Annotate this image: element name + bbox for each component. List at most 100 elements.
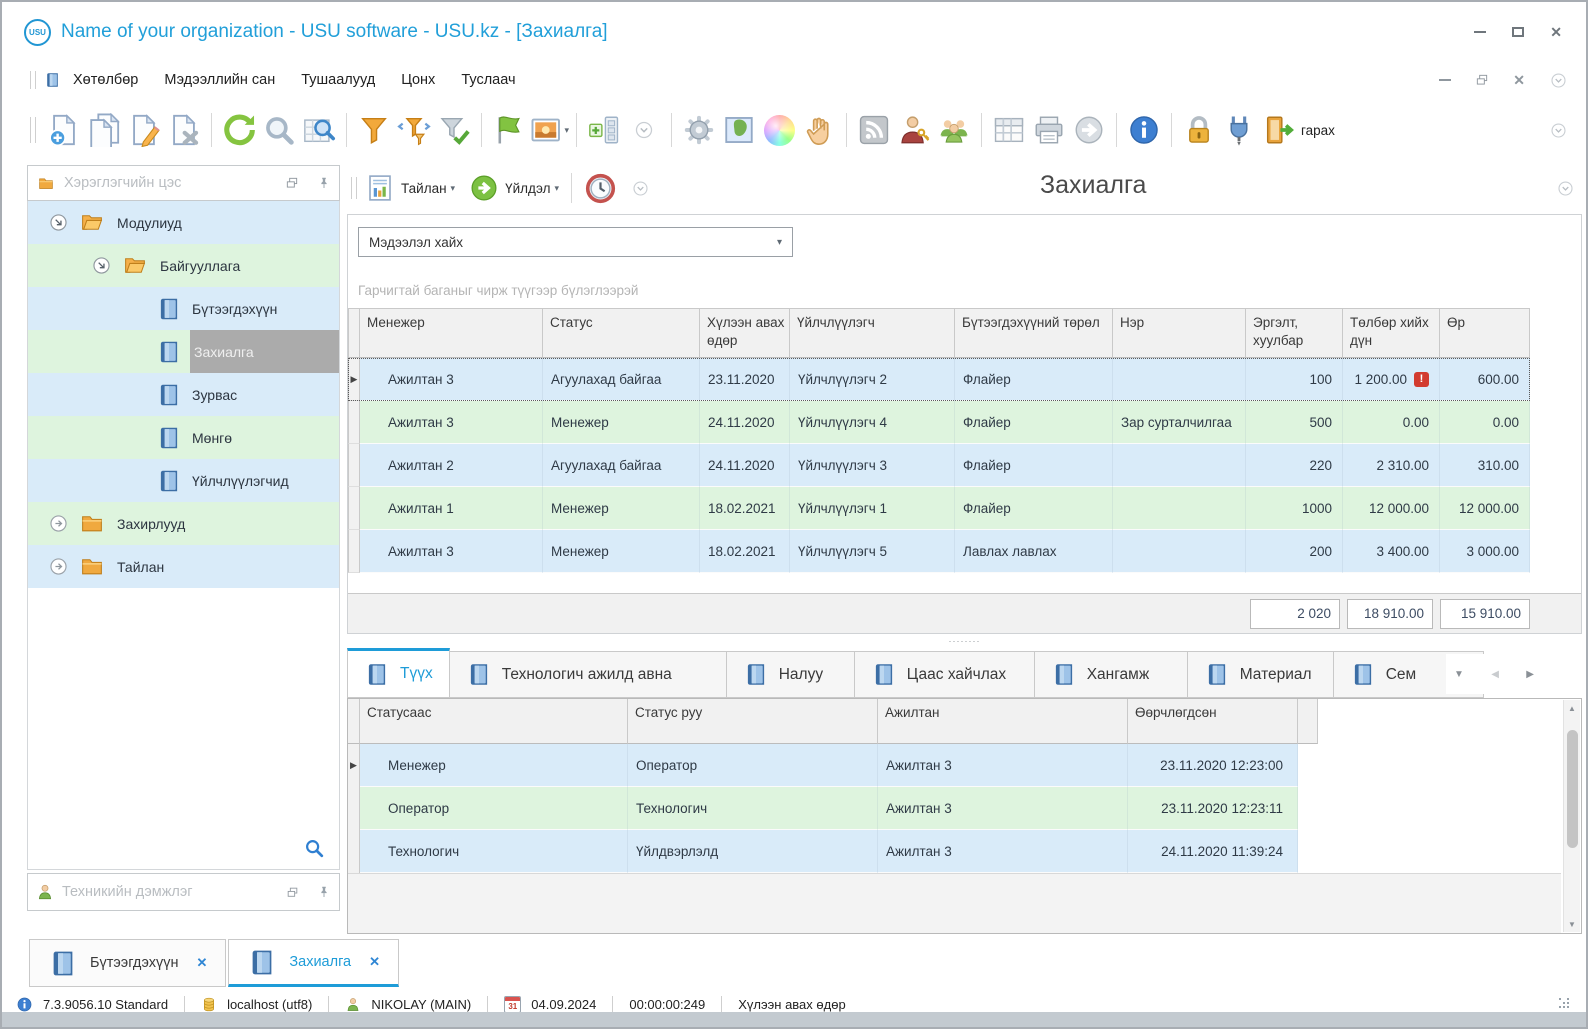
sidebar-pin-icon[interactable] [317,176,331,190]
column-header[interactable]: Өр [1440,308,1530,358]
tree-item-directories[interactable]: Захирлууд [28,502,339,545]
table-row[interactable]: ▶ Ажилтан 3 Агуулахад байгаа 23.11.2020 … [348,358,1530,401]
menu-item-help[interactable]: Туслаач [461,72,515,88]
toolbar-collapse-icon[interactable] [624,110,664,150]
tree-item-messages[interactable]: Зурвас [28,373,339,416]
panel-splitter[interactable]: ········ [347,634,1582,648]
tree-item-money[interactable]: Мөнгө [28,416,339,459]
tab-dropdown-icon[interactable]: ▼ [1454,669,1464,680]
map-button[interactable] [719,110,759,150]
column-header[interactable]: Төлбөр хийх дүн [1343,308,1440,358]
clock-icon[interactable] [584,172,617,205]
support-panel-header[interactable]: Техникийн дэмжлэг [27,873,340,911]
menu-drag-grip[interactable] [30,71,36,89]
toolbar-overflow-icon[interactable] [1549,121,1568,140]
menu-item-program[interactable]: Хөтөлбөр [73,72,138,88]
column-header[interactable]: Өөрчлөгдсөн [1128,699,1298,744]
minimize-button[interactable] [1474,31,1487,33]
menu-collapse-icon[interactable] [1549,71,1568,90]
filter-button[interactable] [354,110,394,150]
sidebar-restore-icon[interactable] [285,176,299,190]
rss-feed-button[interactable] [854,110,894,150]
search-in-table-button[interactable] [299,110,339,150]
column-header[interactable]: Статусаас [360,699,628,744]
new-record-button[interactable] [44,110,84,150]
tree-search-icon[interactable] [303,837,325,859]
resize-grip[interactable] [1558,997,1572,1011]
tree-item-organization[interactable]: Байгууллага [28,244,339,287]
toolbar-drag-grip[interactable] [30,117,36,143]
history-scrollbar[interactable]: ▲ ▼ [1563,700,1580,932]
doc-tab-close-icon[interactable]: ✕ [369,954,380,970]
report-menu-button[interactable]: Тайлан [401,181,447,196]
maximize-button[interactable] [1512,27,1525,37]
scrollbar-thumb[interactable] [1566,730,1578,848]
column-header[interactable]: Эргэлт, хуулбар [1246,308,1343,358]
table-row[interactable]: Оператор Технологич Ажилтан 3 23.11.2020… [348,787,1581,830]
action-icon[interactable] [469,173,499,203]
column-header[interactable]: Үйлчлүүлэгч [790,308,955,358]
database-icon[interactable] [201,996,217,1013]
exit-button-label[interactable]: гарах [1301,123,1335,138]
support-restore-icon[interactable] [286,886,299,899]
table-row[interactable]: Ажилтан 3 Менежер 18.02.2021 Үйлчлүүлэгч… [348,530,1530,573]
title-collapse-icon[interactable] [1556,179,1575,198]
refresh-button[interactable] [219,110,259,150]
lock-button[interactable] [1179,110,1219,150]
mdi-minimize-button[interactable] [1439,79,1452,81]
tree-item-orders-selected[interactable]: Захиалга [28,330,339,373]
user-icon[interactable] [345,996,361,1013]
doc-tab-orders[interactable]: Захиалга ✕ [228,939,400,987]
expand-node-icon[interactable] [48,556,69,577]
exit-button[interactable] [1259,110,1299,150]
layout-panels-button[interactable] [584,110,624,150]
filter-columns-button[interactable] [394,110,434,150]
action-caret-icon[interactable]: ▾ [555,183,560,194]
tab-scroll-right-icon[interactable]: ▶ [1526,669,1534,680]
column-header[interactable]: Статус руу [628,699,878,744]
image-dropdown-caret[interactable]: ▾ [564,125,569,136]
filter-apply-button[interactable] [434,110,474,150]
module-toolbar-grip[interactable] [351,177,357,199]
column-header[interactable]: Хүлээн авах өдөр [700,308,790,358]
column-header[interactable]: Ажилтан [878,699,1128,744]
doc-tab-close-icon[interactable]: ✕ [196,955,207,971]
tree-item-reports[interactable]: Тайлан [28,545,339,588]
report-icon[interactable] [365,173,395,203]
tree-item-products[interactable]: Бүтээгдэхүүн [28,287,339,330]
tab-paper-cutting[interactable]: Цаас хайчлах [854,651,1035,698]
close-button[interactable]: ✕ [1550,25,1562,39]
tree-item-modules[interactable]: Модулиуд [28,201,339,244]
table-row[interactable]: ▶ Менежер Оператор Ажилтан 3 23.11.2020 … [348,744,1581,787]
search-combobox[interactable]: Мэдээлэл хайх ▾ [358,227,793,257]
tab-history[interactable]: Түүх [347,648,450,698]
search-dropdown-caret[interactable]: ▾ [777,237,782,248]
mdi-close-button[interactable]: ✕ [1513,73,1525,87]
edit-record-button[interactable] [124,110,164,150]
drag-hand-button[interactable] [799,110,839,150]
plugin-button[interactable] [1219,110,1259,150]
settings-gear-button[interactable] [679,110,719,150]
search-button[interactable] [259,110,299,150]
printer-button[interactable] [1029,110,1069,150]
user-permissions-button[interactable] [894,110,934,150]
report-caret-icon[interactable]: ▾ [451,183,456,194]
menu-item-window[interactable]: Цонх [401,72,435,88]
table-row[interactable]: Технологич Үйлдвэрлэлд Ажилтан 3 24.11.2… [348,830,1581,873]
splitter-handle[interactable]: ········ [949,637,981,646]
scroll-up-icon[interactable]: ▲ [1564,700,1580,716]
image-button[interactable]: ▾ [529,110,569,150]
expand-node-icon[interactable] [48,513,69,534]
column-header[interactable]: Менежер [360,308,543,358]
tab-naluu[interactable]: Налуу [726,651,855,698]
doc-tab-products[interactable]: Бүтээгдэхүүн ✕ [29,939,227,987]
users-button[interactable] [934,110,974,150]
table-row[interactable]: Ажилтан 3 Менежер 24.11.2020 Үйлчлүүлэгч… [348,401,1530,444]
info-button[interactable] [1124,110,1164,150]
tab-material[interactable]: Материал [1187,651,1334,698]
column-header[interactable]: Нэр [1113,308,1246,358]
go-forward-button[interactable] [1069,110,1109,150]
calendar-icon[interactable]: 31 [504,995,522,1013]
menu-item-database[interactable]: Мэдээллийн сан [164,72,275,88]
tab-technologist[interactable]: Технологич ажилд авна [449,651,727,698]
